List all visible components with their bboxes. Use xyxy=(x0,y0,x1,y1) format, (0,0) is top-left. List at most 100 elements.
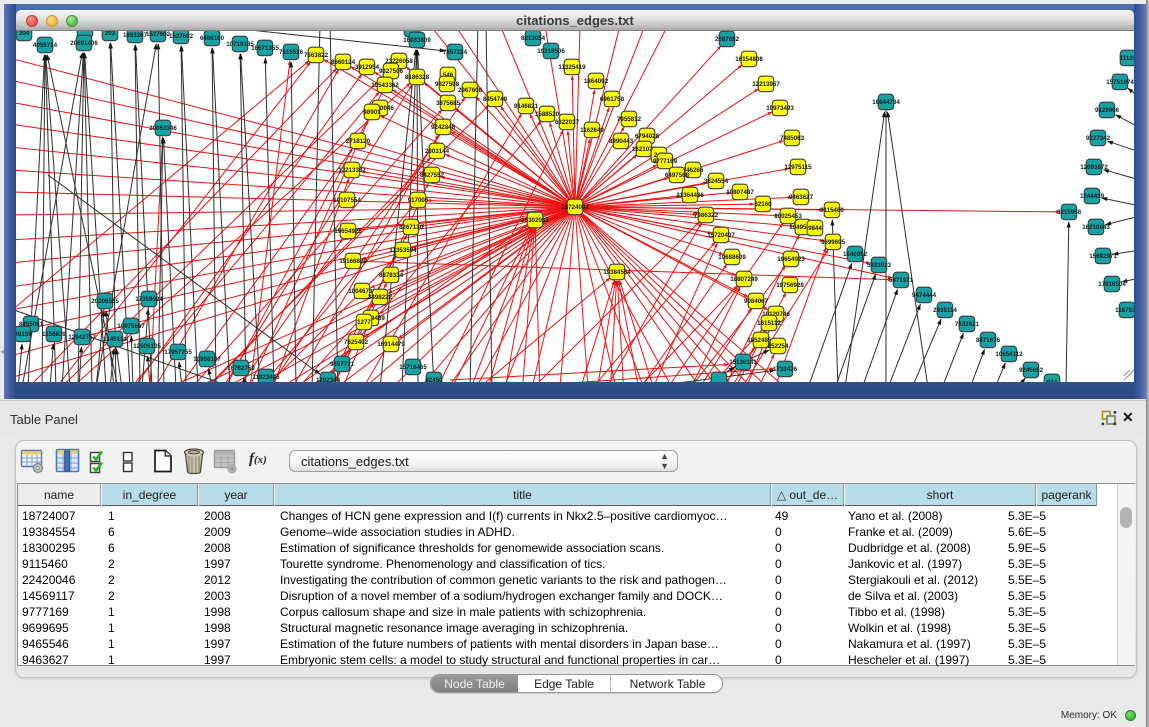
svg-text:10807487: 10807487 xyxy=(726,189,754,196)
svg-text:25302033: 25302033 xyxy=(521,217,549,224)
svg-text:1162649: 1162649 xyxy=(580,127,604,134)
svg-text:15716465: 15716465 xyxy=(399,364,427,371)
svg-text:6466160: 6466160 xyxy=(200,35,225,42)
svg-text:9844: 9844 xyxy=(808,225,822,232)
svg-text:15720407: 15720407 xyxy=(707,232,735,239)
svg-text:8660124: 8660124 xyxy=(331,59,356,66)
svg-text:10543362: 10543362 xyxy=(371,82,399,89)
svg-text:8454749: 8454749 xyxy=(483,96,508,103)
svg-text:8427552: 8427552 xyxy=(420,172,445,179)
svg-text:1588520: 1588520 xyxy=(535,111,560,118)
svg-text:9242848: 9242848 xyxy=(431,124,456,131)
svg-text:1145114: 1145114 xyxy=(103,336,127,343)
svg-text:3624554: 3624554 xyxy=(704,178,729,185)
svg-text:15751074: 15751074 xyxy=(1106,79,1134,86)
svg-text:16914479: 16914479 xyxy=(377,341,405,348)
svg-text:9657771: 9657771 xyxy=(330,361,355,368)
svg-text:7515526: 7515526 xyxy=(279,49,304,56)
svg-text:9327506: 9327506 xyxy=(379,68,404,75)
svg-text:1640952: 1640952 xyxy=(843,251,868,258)
svg-text:18807249: 18807249 xyxy=(730,276,758,283)
svg-text:1733426: 1733426 xyxy=(773,366,798,373)
svg-text:6871971: 6871971 xyxy=(889,277,914,284)
svg-text:16644784: 16644784 xyxy=(872,99,900,106)
svg-text:16782759: 16782759 xyxy=(227,365,255,372)
svg-text:17957255: 17957255 xyxy=(164,349,192,356)
svg-text:2935114: 2935114 xyxy=(933,307,957,314)
svg-text:9084067: 9084067 xyxy=(744,298,769,305)
svg-text:62160: 62160 xyxy=(754,201,772,208)
svg-text:8878334: 8878334 xyxy=(379,272,404,279)
svg-text:6322037: 6322037 xyxy=(555,119,580,126)
svg-text:19756928: 19756928 xyxy=(776,282,804,289)
svg-text:10688609: 10688609 xyxy=(718,254,746,261)
svg-text:1527602: 1527602 xyxy=(146,31,171,38)
svg-text:19218506: 19218506 xyxy=(537,48,565,55)
svg-text:7986322: 7986322 xyxy=(694,212,719,219)
svg-text:3875685: 3875685 xyxy=(436,100,461,107)
svg-text:203: 203 xyxy=(105,31,116,37)
svg-text:12975115: 12975115 xyxy=(784,164,812,171)
svg-text:7485063: 7485063 xyxy=(780,135,805,142)
svg-text:9327508: 9327508 xyxy=(435,81,460,88)
svg-text:3498222: 3498222 xyxy=(368,294,393,301)
svg-text:11353594: 11353594 xyxy=(389,247,417,254)
svg-text:9474444: 9474444 xyxy=(912,292,937,299)
svg-text:1156829: 1156829 xyxy=(42,331,66,338)
svg-text:6497568: 6497568 xyxy=(665,172,690,179)
svg-text:16154808: 16154808 xyxy=(735,56,763,63)
svg-text:2718120: 2718120 xyxy=(346,138,371,145)
svg-text:2967608: 2967608 xyxy=(458,87,483,94)
svg-text:92450: 92450 xyxy=(425,377,443,382)
svg-text:19166829: 19166829 xyxy=(339,258,367,265)
svg-text:2803144: 2803144 xyxy=(425,148,450,155)
svg-text:12213382: 12213382 xyxy=(338,167,366,174)
svg-text:252254: 252254 xyxy=(768,343,789,350)
svg-text:7632621: 7632621 xyxy=(955,321,980,328)
svg-text:15136141: 15136141 xyxy=(729,359,757,366)
svg-text:10973493: 10973493 xyxy=(766,105,794,112)
svg-text:1167533: 1167533 xyxy=(1115,307,1134,314)
svg-text:9115460: 9115460 xyxy=(820,207,844,214)
svg-text:10107554: 10107554 xyxy=(333,197,361,204)
svg-text:16210643: 16210643 xyxy=(1082,224,1110,231)
svg-text:10958107: 10958107 xyxy=(193,356,221,363)
svg-text:1653267: 1653267 xyxy=(123,32,148,39)
svg-text:204: 204 xyxy=(19,31,30,37)
svg-text:19384554: 19384554 xyxy=(603,269,631,276)
svg-text:7625402: 7625402 xyxy=(344,339,369,346)
svg-text:11923446: 11923446 xyxy=(252,374,280,381)
svg-text:9129966: 9129966 xyxy=(1095,107,1120,114)
svg-text:11124: 11124 xyxy=(1120,55,1134,62)
svg-text:9146821: 9146821 xyxy=(514,103,539,110)
svg-text:9227342: 9227342 xyxy=(1086,135,1111,142)
svg-text:8186328: 8186328 xyxy=(405,74,430,81)
svg-text:1615112: 1615112 xyxy=(757,320,781,327)
svg-text:17016504: 17016504 xyxy=(1098,281,1126,288)
svg-text:8813054: 8813054 xyxy=(521,35,546,42)
svg-text:9463627: 9463627 xyxy=(789,194,814,201)
svg-text:20691406: 20691406 xyxy=(70,40,98,47)
svg-text:39159: 39159 xyxy=(16,331,32,338)
svg-text:12942757: 12942757 xyxy=(68,334,96,341)
svg-text:4055714: 4055714 xyxy=(33,42,58,49)
svg-text:1292344: 1292344 xyxy=(316,377,341,382)
svg-text:1277: 1277 xyxy=(357,319,371,326)
svg-text:6794028: 6794028 xyxy=(635,133,660,140)
svg-text:2087682: 2087682 xyxy=(715,36,740,43)
svg-text:1864092: 1864092 xyxy=(584,78,609,85)
svg-text:7955812: 7955812 xyxy=(617,116,642,123)
svg-text:21364436: 21364436 xyxy=(676,192,704,199)
svg-text:11325419: 11325419 xyxy=(558,64,586,71)
svg-text:10975667: 10975667 xyxy=(117,323,145,330)
svg-text:1244419: 1244419 xyxy=(1080,193,1105,200)
svg-text:9245652: 9245652 xyxy=(1019,367,1044,374)
svg-text:19654923: 19654923 xyxy=(777,256,805,263)
svg-text:917006: 917006 xyxy=(408,197,429,204)
svg-text:7663822: 7663822 xyxy=(304,52,329,59)
svg-text:1527602: 1527602 xyxy=(169,33,194,40)
svg-text:12213967: 12213967 xyxy=(752,81,780,88)
svg-text:5933923: 5933923 xyxy=(867,262,892,269)
svg-text:16671355: 16671355 xyxy=(251,45,279,52)
svg-text:8471676: 8471676 xyxy=(976,337,1001,344)
